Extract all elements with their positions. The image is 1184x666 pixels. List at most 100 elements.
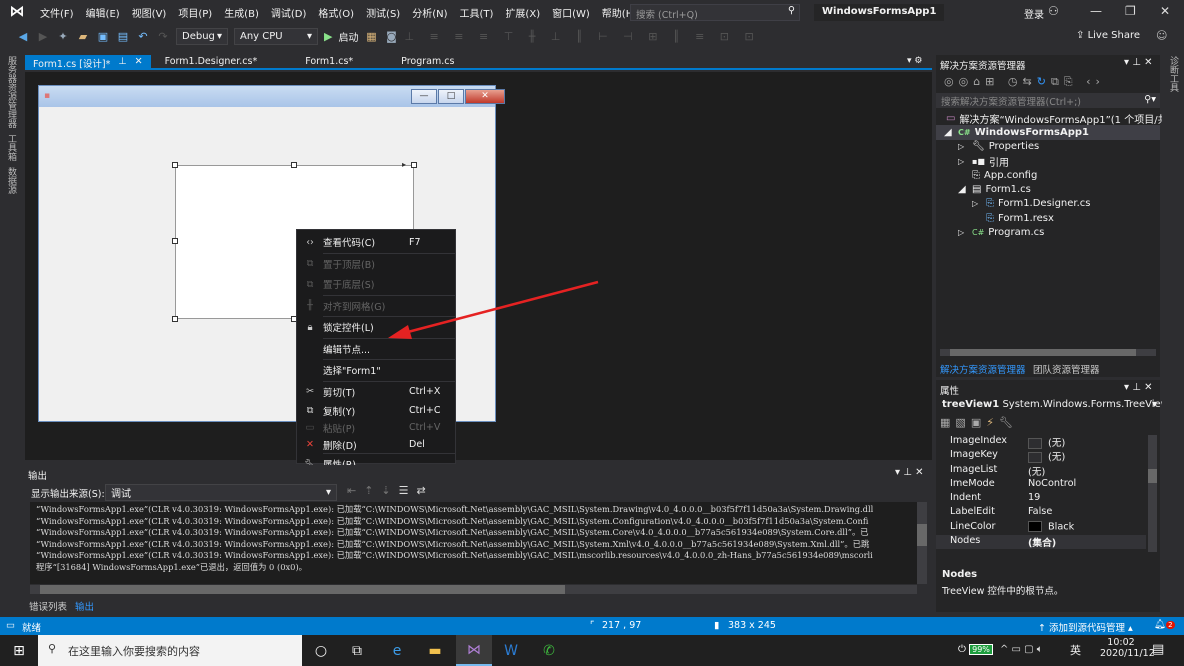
property-row-selected[interactable]: Nodes (集合) bbox=[936, 535, 1146, 550]
tab-output[interactable]: 输出 bbox=[75, 599, 94, 613]
collapsed-icon[interactable]: ▷ bbox=[972, 199, 986, 208]
collapsed-icon[interactable]: ▷ bbox=[958, 142, 972, 151]
source-control-button[interactable]: ↑ 添加到源代码管理 ▴ bbox=[1038, 620, 1133, 634]
tree-item-app-config[interactable]: ⎘ App.config bbox=[936, 168, 1160, 182]
tree-item-references[interactable]: ▷ ▪■ 引用 bbox=[936, 154, 1160, 169]
new-project-icon[interactable]: ✦ bbox=[56, 30, 70, 43]
properties-icon[interactable]: ▣ bbox=[971, 416, 986, 429]
menu-copy[interactable]: ⧉ 复制(Y) Ctrl+C bbox=[297, 402, 455, 419]
tab-form1-cs[interactable]: Form1.cs* bbox=[297, 55, 361, 68]
expanded-icon[interactable]: ◢ bbox=[944, 127, 958, 138]
forward-icon[interactable]: ▶ bbox=[36, 30, 50, 43]
menu-file[interactable]: 文件(F) bbox=[34, 5, 80, 20]
data-sources-tab[interactable]: 数据源 bbox=[5, 167, 18, 194]
menu-select-form1[interactable]: 选择"Form1" bbox=[297, 360, 455, 381]
task-view-icon[interactable]: ⧉ bbox=[346, 640, 368, 662]
tray-icons[interactable]: ^ ▭ ▢ 🔈︎ bbox=[1000, 644, 1043, 655]
menu-extensions[interactable]: 扩展(X) bbox=[499, 5, 546, 20]
tree-item-form1-resx[interactable]: ⎘ Form1.resx bbox=[936, 211, 1160, 225]
word-icon[interactable]: W bbox=[500, 640, 522, 662]
tab-team-explorer[interactable]: 团队资源管理器 bbox=[1033, 362, 1100, 376]
tab-program[interactable]: Program.cs bbox=[393, 55, 462, 68]
ime-indicator[interactable]: 英 bbox=[1070, 642, 1081, 658]
collapsed-icon[interactable]: ▷ bbox=[958, 157, 972, 166]
collapsed-icon[interactable]: ▷ bbox=[958, 228, 972, 237]
visual-studio-taskbar-icon[interactable]: ⋈ bbox=[456, 635, 492, 666]
pin-icon[interactable]: ⊥ bbox=[118, 56, 126, 67]
output-text[interactable]: “WindowsFormsApp1.exe”(CLR v4.0.30319: W… bbox=[30, 502, 917, 584]
categorized-icon[interactable]: ▦ bbox=[940, 416, 955, 429]
server-explorer-tab[interactable]: 服务器资源管理器 bbox=[5, 56, 18, 128]
undo-icon[interactable]: ↶ bbox=[136, 30, 150, 43]
panel-controls[interactable]: ▾ ⊥ ✕ bbox=[895, 467, 923, 478]
tab-form1-designer[interactable]: Form1.Designer.cs* bbox=[157, 55, 266, 68]
notifications-icon[interactable]: 🔔︎ 2 bbox=[1154, 619, 1175, 630]
minimize-button[interactable]: — bbox=[1090, 4, 1102, 18]
taskbar-search[interactable]: ⚲ 在这里输入你要搜索的内容 bbox=[38, 635, 302, 666]
close-button[interactable]: ✕ bbox=[1160, 4, 1170, 18]
action-center-icon[interactable]: ▤ bbox=[1152, 642, 1164, 657]
clock[interactable]: 10:02 2020/11/12 bbox=[1100, 637, 1155, 659]
property-pages-icon[interactable]: 🔧︎ bbox=[999, 416, 1018, 429]
solution-search-input[interactable]: 搜索解决方案资源管理器(Ctrl+;) ⚲▾ bbox=[936, 93, 1160, 108]
config-select[interactable]: Debug ▾ bbox=[176, 27, 228, 45]
tree-item-program[interactable]: ▷ C# Program.cs bbox=[936, 225, 1160, 239]
platform-select[interactable]: Any CPU ▾ bbox=[234, 27, 318, 45]
file-explorer-icon[interactable]: ▬ bbox=[424, 640, 446, 662]
menu-project[interactable]: 项目(P) bbox=[172, 5, 218, 20]
resize-handle[interactable] bbox=[291, 162, 297, 168]
login-link[interactable]: 登录 bbox=[1024, 6, 1044, 21]
expanded-icon[interactable]: ◢ bbox=[958, 184, 972, 195]
menu-analyze[interactable]: 分析(N) bbox=[406, 5, 453, 20]
menu-tools[interactable]: 工具(T) bbox=[454, 5, 500, 20]
clear-all-icon[interactable]: ☰ bbox=[399, 484, 417, 497]
toolbox-icon[interactable]: ▦ bbox=[364, 30, 378, 43]
scroll-thumb[interactable] bbox=[917, 524, 927, 546]
properties-toolbar[interactable]: ▦▧▣⚡🔧︎ bbox=[940, 416, 1018, 429]
property-value[interactable]: (集合) bbox=[1028, 535, 1056, 549]
property-row[interactable]: ImageKey (无) bbox=[936, 449, 1146, 463]
tab-form1-design[interactable]: Form1.cs [设计]* ⊥ ✕ bbox=[25, 55, 151, 70]
resize-handle[interactable] bbox=[172, 316, 178, 322]
tree-item-solution[interactable]: ▭ 解决方案“WindowsFormsApp1”(1 个项目/共 1 bbox=[936, 111, 1177, 126]
start-icon[interactable]: ▶ bbox=[324, 30, 332, 43]
battery-indicator[interactable]: ⏻ 99% bbox=[958, 644, 993, 655]
wechat-icon[interactable]: ✆ bbox=[538, 640, 560, 662]
resize-handle[interactable] bbox=[172, 238, 178, 244]
object-selector[interactable]: treeView1 System.Windows.Forms.TreeView ▾ bbox=[942, 399, 1169, 410]
toolbox-tab[interactable]: 工具箱 bbox=[5, 134, 18, 161]
panel-controls[interactable]: ▾ ⊥ ✕ bbox=[1124, 382, 1152, 393]
windows-start-icon[interactable]: ⊞ bbox=[8, 640, 30, 662]
panel-controls[interactable]: ▾ ⊥ ✕ bbox=[1124, 57, 1152, 68]
output-source-select[interactable]: 调试 ▾ bbox=[105, 484, 337, 501]
start-button[interactable]: 启动 bbox=[338, 29, 358, 44]
menu-build[interactable]: 生成(B) bbox=[218, 5, 265, 20]
solution-toolbar-icons[interactable]: ◎◎⌂⊞ ◷⇆↻⧉⎘ ‹› bbox=[944, 75, 1105, 89]
menu-debug[interactable]: 调试(D) bbox=[265, 5, 313, 20]
output-toolbar-icons[interactable]: ⇤⇡⇣☰⇄ bbox=[347, 484, 434, 497]
cortana-icon[interactable]: ○ bbox=[310, 640, 332, 662]
edge-icon[interactable]: e bbox=[386, 640, 408, 662]
menu-test[interactable]: 测试(S) bbox=[360, 5, 406, 20]
back-icon[interactable]: ◀ bbox=[16, 30, 30, 43]
property-row[interactable]: ImeMode NoControl bbox=[936, 478, 1146, 492]
save-all-icon[interactable]: ▤ bbox=[116, 30, 130, 43]
vertical-scrollbar[interactable] bbox=[917, 502, 927, 584]
screenshot-icon[interactable]: ◙ bbox=[384, 30, 398, 43]
menu-format[interactable]: 格式(O) bbox=[312, 5, 360, 20]
menu-view-code[interactable]: ‹› 查看代码(C) F7 bbox=[297, 232, 455, 253]
menu-cut[interactable]: ✂ 剪切(T) Ctrl+X bbox=[297, 382, 455, 403]
property-row[interactable]: Indent 19 bbox=[936, 492, 1146, 506]
vertical-scrollbar[interactable] bbox=[1148, 435, 1157, 552]
diagnostic-tools-tab[interactable]: 诊断工具 bbox=[1167, 56, 1180, 92]
tree-item-project[interactable]: ◢ C# WindowsFormsApp1 bbox=[936, 125, 1160, 140]
menu-paste[interactable]: ▭ 粘贴(P) Ctrl+V bbox=[297, 419, 455, 436]
tree-item-form1-designer[interactable]: ▷ ⎘ Form1.Designer.cs bbox=[936, 197, 1160, 211]
redo-icon[interactable]: ↷ bbox=[156, 30, 170, 43]
save-icon[interactable]: ▣ bbox=[96, 30, 110, 43]
close-tab-icon[interactable]: ✕ bbox=[135, 56, 143, 67]
word-wrap-icon[interactable]: ⇄ bbox=[417, 484, 434, 497]
property-row[interactable]: LineColor Black bbox=[936, 520, 1146, 535]
feedback-icon[interactable]: ☺ bbox=[1156, 29, 1167, 42]
menu-delete[interactable]: ✕ 删除(D) Del bbox=[297, 436, 455, 453]
